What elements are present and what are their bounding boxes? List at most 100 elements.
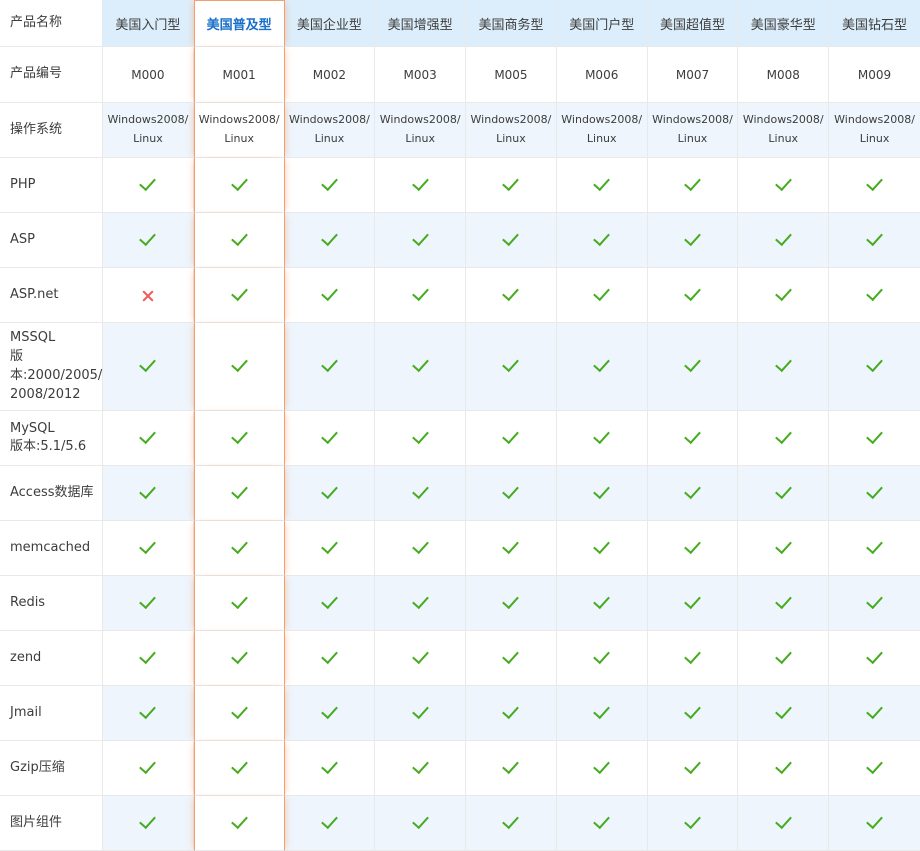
check-icon xyxy=(684,228,701,245)
check-icon xyxy=(775,702,792,719)
check-icon xyxy=(321,283,338,300)
check-icon xyxy=(866,537,883,554)
check-icon xyxy=(231,355,248,372)
check-icon xyxy=(684,812,701,829)
feature-cell xyxy=(557,158,648,213)
check-icon xyxy=(321,812,338,829)
os-cell: Windows2008/ Linux xyxy=(557,103,648,158)
feature-cell xyxy=(557,576,648,631)
feature-cell xyxy=(103,213,194,268)
check-icon xyxy=(593,702,610,719)
feature-cell xyxy=(466,268,557,323)
check-icon xyxy=(503,647,520,664)
product-name-header[interactable]: 美国商务型 xyxy=(466,0,557,47)
row-label: PHP xyxy=(0,158,103,213)
feature-cell xyxy=(103,796,194,851)
check-icon xyxy=(321,173,338,190)
feature-cell xyxy=(557,411,648,466)
check-icon xyxy=(321,702,338,719)
check-icon xyxy=(231,702,248,719)
check-icon xyxy=(866,812,883,829)
table-row-feature: Redis xyxy=(0,576,920,631)
check-icon xyxy=(775,427,792,444)
check-icon xyxy=(412,702,429,719)
feature-cell xyxy=(829,796,920,851)
feature-cell xyxy=(738,686,829,741)
feature-cell xyxy=(648,796,739,851)
feature-cell xyxy=(285,631,376,686)
feature-cell xyxy=(285,466,376,521)
feature-cell xyxy=(466,741,557,796)
check-icon xyxy=(684,702,701,719)
check-icon xyxy=(866,173,883,190)
feature-cell xyxy=(738,213,829,268)
feature-cell xyxy=(375,213,466,268)
feature-cell xyxy=(194,268,285,323)
feature-cell xyxy=(375,466,466,521)
product-name-header[interactable]: 美国入门型 xyxy=(103,0,194,47)
check-icon xyxy=(593,173,610,190)
row-label: MSSQL 版本:2000/2005/ 2008/2012 xyxy=(0,323,103,411)
row-label: ASP xyxy=(0,213,103,268)
product-code-cell: M002 xyxy=(285,47,376,103)
os-cell: Windows2008/ Linux xyxy=(829,103,920,158)
check-icon xyxy=(140,757,157,774)
check-icon xyxy=(412,592,429,609)
check-icon xyxy=(231,427,248,444)
feature-cell xyxy=(103,466,194,521)
feature-cell xyxy=(194,796,285,851)
product-name-header[interactable]: 美国普及型 xyxy=(194,0,285,47)
check-icon xyxy=(140,647,157,664)
table-row-feature: zend xyxy=(0,631,920,686)
check-icon xyxy=(866,482,883,499)
check-icon xyxy=(684,647,701,664)
feature-cell xyxy=(375,796,466,851)
feature-cell xyxy=(375,741,466,796)
row-label: 产品编号 xyxy=(0,47,103,103)
feature-cell xyxy=(375,686,466,741)
product-name-header[interactable]: 美国豪华型 xyxy=(738,0,829,47)
feature-cell xyxy=(648,686,739,741)
table-row-os: 操作系统Windows2008/ LinuxWindows2008/ Linux… xyxy=(0,103,920,158)
check-icon xyxy=(775,228,792,245)
check-icon xyxy=(321,592,338,609)
os-cell: Windows2008/ Linux xyxy=(285,103,376,158)
check-icon xyxy=(593,283,610,300)
feature-cell xyxy=(557,796,648,851)
feature-cell xyxy=(829,686,920,741)
product-name-header[interactable]: 美国超值型 xyxy=(648,0,739,47)
product-name-header[interactable]: 美国钻石型 xyxy=(829,0,920,47)
check-icon xyxy=(503,228,520,245)
feature-cell xyxy=(194,741,285,796)
feature-cell xyxy=(375,411,466,466)
feature-cell xyxy=(466,521,557,576)
feature-cell xyxy=(648,521,739,576)
check-icon xyxy=(775,647,792,664)
feature-cell xyxy=(557,521,648,576)
product-name-header[interactable]: 美国门户型 xyxy=(557,0,648,47)
feature-cell xyxy=(648,466,739,521)
os-cell: Windows2008/ Linux xyxy=(648,103,739,158)
feature-cell xyxy=(466,576,557,631)
feature-cell xyxy=(285,741,376,796)
check-icon xyxy=(412,355,429,372)
check-icon xyxy=(503,283,520,300)
check-icon xyxy=(684,355,701,372)
feature-cell xyxy=(829,521,920,576)
feature-cell xyxy=(285,158,376,213)
feature-cell xyxy=(285,576,376,631)
check-icon xyxy=(503,482,520,499)
product-name-header[interactable]: 美国企业型 xyxy=(285,0,376,47)
feature-cell xyxy=(103,323,194,411)
product-code-cell: M007 xyxy=(648,47,739,103)
feature-cell xyxy=(285,323,376,411)
product-name-header[interactable]: 美国增强型 xyxy=(375,0,466,47)
check-icon xyxy=(503,757,520,774)
check-icon xyxy=(775,592,792,609)
check-icon xyxy=(593,537,610,554)
check-icon xyxy=(231,757,248,774)
check-icon xyxy=(866,757,883,774)
check-icon xyxy=(593,757,610,774)
feature-cell xyxy=(466,796,557,851)
check-icon xyxy=(684,427,701,444)
